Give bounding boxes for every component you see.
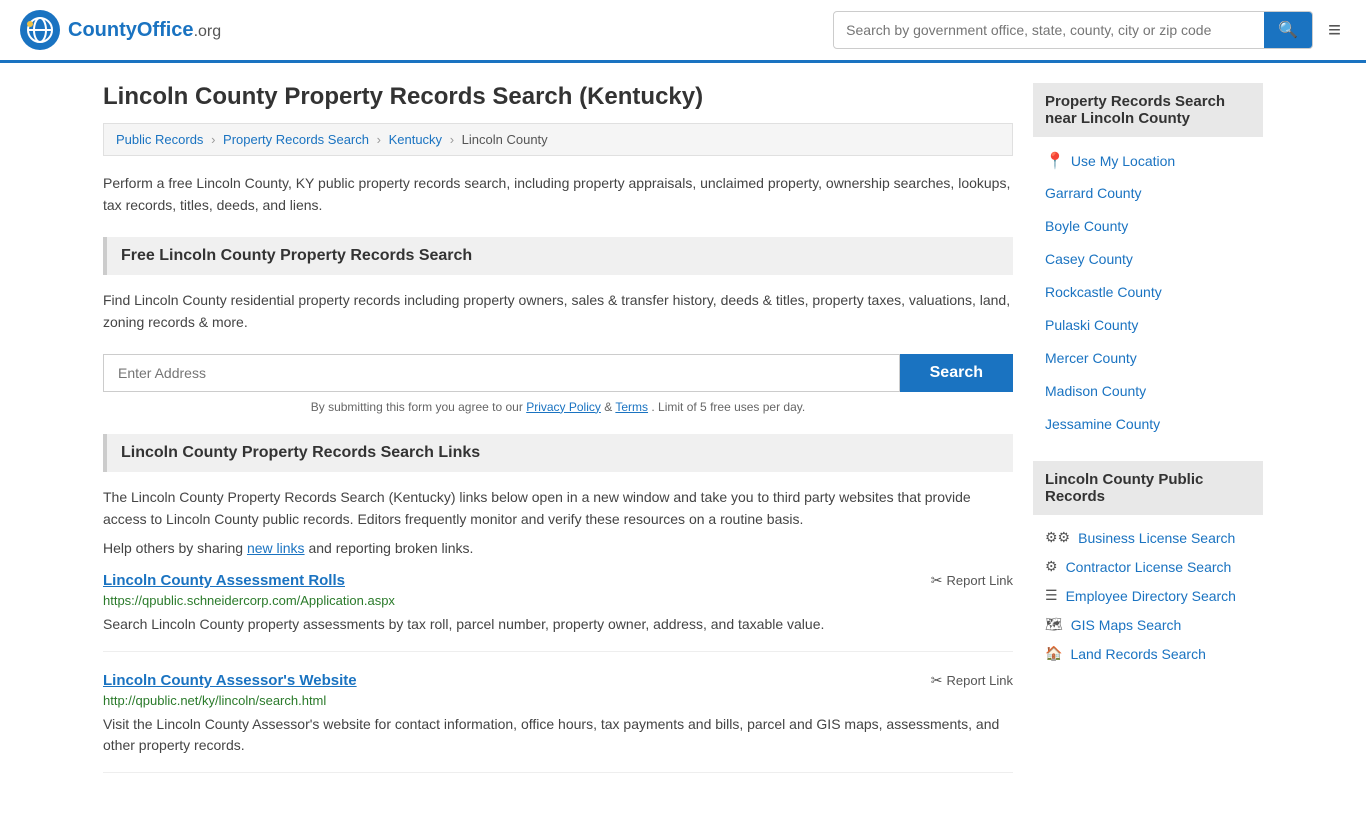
breadcrumb: Public Records › Property Records Search…: [103, 123, 1013, 156]
logo-area: CountyOffice.org: [20, 10, 221, 50]
contractor-license-link[interactable]: ⚙ Contractor License Search: [1033, 552, 1263, 581]
public-records-section-title: Lincoln County Public Records: [1033, 461, 1263, 515]
header-right: 🔍 ≡: [833, 11, 1346, 49]
link-title-1[interactable]: Lincoln County Assessment Rolls: [103, 572, 345, 589]
header: CountyOffice.org 🔍 ≡: [0, 0, 1366, 63]
links-description: The Lincoln County Property Records Sear…: [103, 486, 1013, 531]
global-search-input[interactable]: [834, 14, 1264, 46]
sidebar-garrard-county[interactable]: Garrard County: [1033, 177, 1263, 210]
link-desc-2: Visit the Lincoln County Assessor's webs…: [103, 714, 1013, 756]
privacy-policy-link[interactable]: Privacy Policy: [526, 400, 601, 414]
sidebar-casey-county[interactable]: Casey County: [1033, 243, 1263, 276]
page-title: Lincoln County Property Records Search (…: [103, 83, 1013, 111]
sidebar-boyle-county[interactable]: Boyle County: [1033, 210, 1263, 243]
sidebar-madison-county[interactable]: Madison County: [1033, 375, 1263, 408]
report-link-1[interactable]: ✂ Report Link: [931, 572, 1013, 589]
free-search-header: Free Lincoln County Property Records Sea…: [103, 237, 1013, 275]
link-item-2: Lincoln County Assessor's Website ✂ Repo…: [103, 672, 1013, 773]
breadcrumb-lincoln-county: Lincoln County: [462, 132, 548, 147]
free-search-desc: Find Lincoln County residential property…: [103, 289, 1013, 334]
employee-directory-link[interactable]: ☰ Employee Directory Search: [1033, 581, 1263, 610]
home-icon-land: 🏠: [1045, 645, 1062, 662]
breadcrumb-kentucky[interactable]: Kentucky: [389, 132, 442, 147]
address-input[interactable]: [103, 354, 900, 392]
link-desc-1: Search Lincoln County property assessmen…: [103, 614, 1013, 635]
sidebar-pulaski-county[interactable]: Pulaski County: [1033, 309, 1263, 342]
nearby-section-title: Property Records Search near Lincoln Cou…: [1033, 83, 1263, 137]
gis-maps-link[interactable]: 🗺 GIS Maps Search: [1033, 610, 1263, 639]
link-url-1[interactable]: https://qpublic.schneidercorp.com/Applic…: [103, 593, 1013, 608]
terms-link[interactable]: Terms: [615, 400, 648, 414]
address-search-row: Search: [103, 354, 1013, 392]
search-icon: 🔍: [1278, 22, 1298, 39]
map-icon-gis: 🗺: [1045, 616, 1063, 633]
breadcrumb-public-records[interactable]: Public Records: [116, 132, 203, 147]
search-button[interactable]: Search: [900, 354, 1013, 392]
content-area: Lincoln County Property Records Search (…: [103, 83, 1013, 793]
breadcrumb-property-records-search[interactable]: Property Records Search: [223, 132, 369, 147]
new-links-link[interactable]: new links: [247, 540, 305, 556]
logo-text: CountyOffice.org: [68, 19, 221, 42]
report-link-2[interactable]: ✂ Report Link: [931, 672, 1013, 689]
address-search-form: Search By submitting this form you agree…: [103, 354, 1013, 414]
link-item: Lincoln County Assessment Rolls ✂ Report…: [103, 572, 1013, 652]
form-disclaimer: By submitting this form you agree to our…: [103, 400, 1013, 414]
links-section: Lincoln County Property Records Search L…: [103, 434, 1013, 774]
sidebar: Property Records Search near Lincoln Cou…: [1033, 83, 1263, 793]
report-icon-2: ✂: [931, 672, 943, 689]
gear-icon-contractor: ⚙: [1045, 558, 1058, 575]
link-title-2[interactable]: Lincoln County Assessor's Website: [103, 672, 357, 689]
business-license-link[interactable]: ⚙⚙ Business License Search: [1033, 523, 1263, 552]
gear-icon-business: ⚙⚙: [1045, 529, 1070, 546]
page-description: Perform a free Lincoln County, KY public…: [103, 172, 1013, 217]
global-search-button[interactable]: 🔍: [1264, 12, 1312, 48]
public-records-section: Lincoln County Public Records ⚙⚙ Busines…: [1033, 461, 1263, 668]
global-search-bar: 🔍: [833, 11, 1313, 49]
use-my-location[interactable]: 📍 Use My Location: [1033, 145, 1263, 177]
main-container: Lincoln County Property Records Search (…: [83, 63, 1283, 813]
sidebar-jessamine-county[interactable]: Jessamine County: [1033, 408, 1263, 441]
logo-icon: [20, 10, 60, 50]
location-pin-icon: 📍: [1045, 151, 1065, 171]
list-icon-employee: ☰: [1045, 587, 1058, 604]
report-icon-1: ✂: [931, 572, 943, 589]
share-text: Help others by sharing new links and rep…: [103, 540, 1013, 556]
link-url-2[interactable]: http://qpublic.net/ky/lincoln/search.htm…: [103, 693, 1013, 708]
link-item-header-1: Lincoln County Assessment Rolls ✂ Report…: [103, 572, 1013, 589]
link-item-header-2: Lincoln County Assessor's Website ✂ Repo…: [103, 672, 1013, 689]
land-records-link[interactable]: 🏠 Land Records Search: [1033, 639, 1263, 668]
sidebar-rockcastle-county[interactable]: Rockcastle County: [1033, 276, 1263, 309]
links-section-header: Lincoln County Property Records Search L…: [103, 434, 1013, 472]
nearby-section: Property Records Search near Lincoln Cou…: [1033, 83, 1263, 441]
sidebar-mercer-county[interactable]: Mercer County: [1033, 342, 1263, 375]
menu-icon[interactable]: ≡: [1323, 12, 1346, 48]
